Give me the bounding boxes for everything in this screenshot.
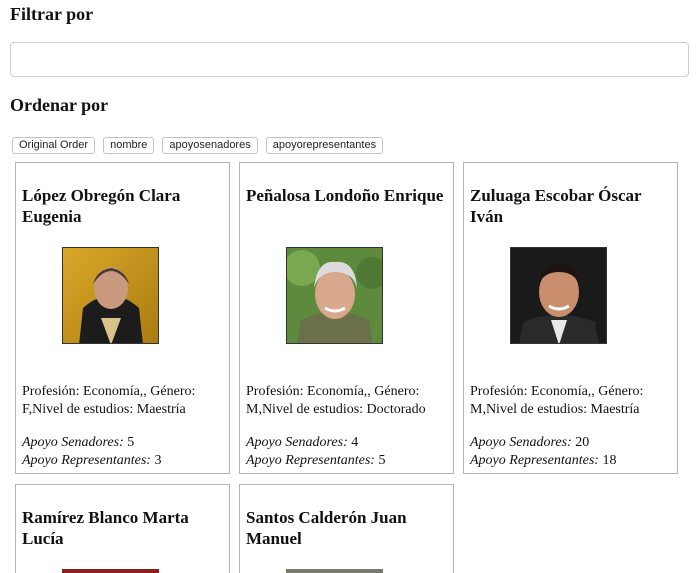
candidate-info: Profesión: Economía,, Género: F,Nivel de… bbox=[22, 384, 196, 417]
candidate-support: Apoyo Senadores: 4 Apoyo Representantes:… bbox=[246, 434, 452, 470]
candidate-card: Peñalosa Londoño Enrique Profesión: Econ… bbox=[239, 162, 454, 474]
candidate-photo bbox=[286, 247, 383, 344]
sort-heading: Ordenar por bbox=[10, 95, 109, 115]
candidate-photo bbox=[510, 247, 607, 344]
candidate-photo bbox=[62, 569, 159, 573]
candidate-support: Apoyo Senadores: 5 Apoyo Representantes:… bbox=[22, 434, 228, 470]
apoyo-representantes-label: Apoyo Representantes: bbox=[470, 453, 599, 468]
sort-options: Original Order nombre apoyosenadores apo… bbox=[12, 137, 384, 154]
sort-apoyosenadores-button[interactable]: apoyosenadores bbox=[162, 137, 258, 154]
filter-input[interactable] bbox=[10, 42, 689, 77]
apoyo-senadores-label: Apoyo Senadores: bbox=[470, 435, 572, 450]
apoyo-senadores-value: 20 bbox=[575, 435, 590, 450]
apoyo-senadores-value: 5 bbox=[127, 435, 135, 450]
candidate-card: López Obregón Clara Eugenia Profesión: E… bbox=[15, 162, 230, 474]
candidate-card: Santos Calderón Juan Manuel bbox=[239, 484, 454, 573]
candidate-name: Ramírez Blanco Marta Lucía bbox=[22, 508, 189, 548]
candidate-card: Ramírez Blanco Marta Lucía bbox=[15, 484, 230, 573]
apoyo-representantes-label: Apoyo Representantes: bbox=[246, 453, 375, 468]
sort-apoyorepresentantes-button[interactable]: apoyorepresentantes bbox=[265, 137, 384, 154]
candidate-name: López Obregón Clara Eugenia bbox=[22, 186, 181, 226]
apoyo-senadores-value: 4 bbox=[351, 435, 359, 450]
candidate-info: Profesión: Economía,, Género: M,Nivel de… bbox=[470, 384, 644, 417]
apoyo-senadores-label: Apoyo Senadores: bbox=[246, 435, 348, 450]
candidate-photo bbox=[286, 569, 383, 573]
apoyo-representantes-value: 3 bbox=[154, 453, 162, 468]
filter-heading: Filtrar por bbox=[10, 4, 94, 24]
candidate-name: Peñalosa Londoño Enrique bbox=[246, 186, 444, 205]
candidate-support: Apoyo Senadores: 20 Apoyo Representantes… bbox=[470, 434, 676, 470]
apoyo-representantes-value: 18 bbox=[602, 453, 617, 468]
sort-original-order-button[interactable]: Original Order bbox=[12, 137, 96, 154]
candidate-photo bbox=[62, 247, 159, 344]
apoyo-senadores-label: Apoyo Senadores: bbox=[22, 435, 124, 450]
apoyo-representantes-label: Apoyo Representantes: bbox=[22, 453, 151, 468]
candidate-name: Santos Calderón Juan Manuel bbox=[246, 508, 407, 548]
sort-nombre-button[interactable]: nombre bbox=[103, 137, 155, 154]
apoyo-representantes-value: 5 bbox=[378, 453, 386, 468]
candidate-info: Profesión: Economía,, Género: M,Nivel de… bbox=[246, 384, 426, 417]
candidate-card: Zuluaga Escobar Óscar Iván Profesión: Ec… bbox=[463, 162, 678, 474]
candidate-name: Zuluaga Escobar Óscar Iván bbox=[470, 186, 642, 226]
